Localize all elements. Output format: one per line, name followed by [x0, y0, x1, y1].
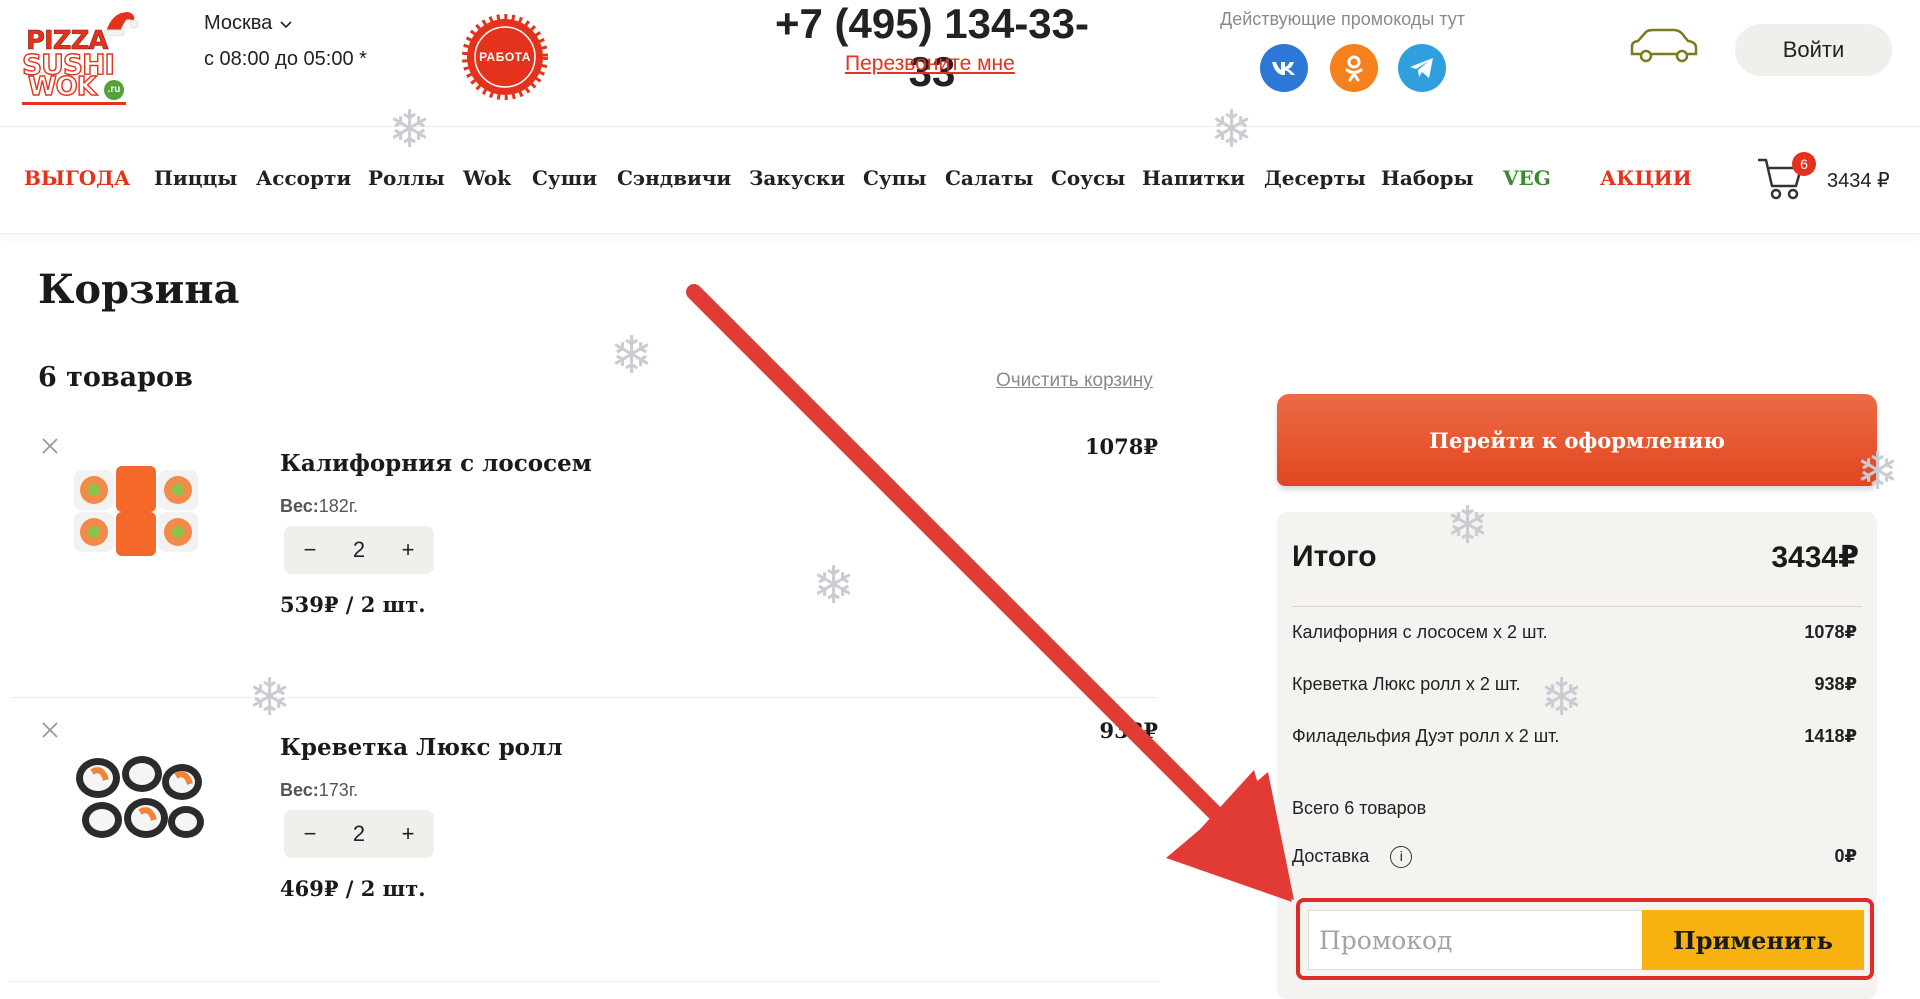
close-icon[interactable] — [38, 718, 62, 742]
delivery-label: Доставка — [1292, 846, 1370, 866]
cart-item: Креветка Люкс ролл Вес:173г. − 2 + 469₽ … — [10, 698, 1158, 982]
nav-item-sandwiches[interactable]: Сэндвичи — [617, 166, 731, 190]
summary-line: Филадельфия Дуэт ролл х 2 шт. 1418₽ — [1292, 726, 1857, 747]
ok-icon[interactable] — [1330, 44, 1378, 92]
nav-item-wok[interactable]: Wok — [463, 166, 511, 190]
california-roll-image — [74, 466, 198, 556]
nav-item-sushi[interactable]: Суши — [532, 166, 597, 190]
quantity-value: 2 — [352, 537, 366, 562]
summary-line: Калифорния с лососем х 2 шт. 1078₽ — [1292, 622, 1857, 643]
nav-item-salads[interactable]: Салаты — [945, 166, 1033, 190]
work-badge-label: РАБОТА — [479, 50, 531, 64]
nav-item-assorti[interactable]: Ассорти — [256, 166, 351, 190]
nav-item-soups[interactable]: Супы — [863, 166, 926, 190]
nav-item-sauces[interactable]: Соусы — [1051, 166, 1125, 190]
quantity-value: 2 — [352, 821, 366, 846]
summary-line-value: 938₽ — [1814, 674, 1857, 694]
summary-line-label: Креветка Люкс ролл х 2 шт. — [1292, 674, 1521, 694]
item-name: Креветка Люкс ролл — [280, 734, 563, 761]
summary-all-items: Всего 6 товаров — [1292, 798, 1857, 819]
main-nav: ВЫГОДА Пиццы Ассорти Роллы Wok Суши Сэнд… — [0, 128, 1920, 234]
logo-underline — [22, 102, 126, 105]
logo-ru-badge: .ru — [104, 80, 124, 100]
weight-value: 182г. — [318, 496, 359, 516]
page-title: Корзина — [38, 266, 240, 313]
minus-button[interactable]: − — [298, 821, 322, 847]
item-price: 938₽ — [1099, 718, 1158, 743]
weight-value: 173г. — [318, 780, 359, 800]
apply-promo-button[interactable]: Применить — [1642, 910, 1864, 970]
work-badge[interactable]: РАБОТА — [462, 14, 548, 100]
nav-item-veg[interactable]: VEG — [1503, 166, 1551, 190]
quantity-stepper: − 2 + — [284, 526, 434, 574]
nav-item-desserts[interactable]: Десерты — [1264, 166, 1366, 190]
login-button[interactable]: Войти — [1735, 24, 1892, 76]
info-icon[interactable]: i — [1390, 846, 1413, 869]
summary-total: 3434₽ — [1771, 541, 1859, 574]
summary-line-label: Калифорния с лососем х 2 шт. — [1292, 622, 1548, 642]
checkout-button[interactable]: Перейти к оформлению — [1277, 394, 1877, 486]
snowflake-icon: ❄ — [388, 101, 432, 159]
minus-button[interactable]: − — [298, 537, 322, 563]
telegram-icon[interactable] — [1398, 44, 1446, 92]
nav-item-drinks[interactable]: Напитки — [1142, 166, 1245, 190]
phone-number[interactable]: +7 (495) 134-33-33 — [752, 0, 1112, 96]
car-delivery-icon[interactable] — [1628, 26, 1700, 66]
chevron-down-icon — [280, 20, 292, 28]
snowflake-icon: ❄ — [812, 557, 856, 615]
city-selector[interactable]: Москва — [204, 12, 294, 35]
cart-total[interactable]: 3434 ₽ — [1827, 168, 1890, 193]
item-unit-price: 469₽ / 2 шт. — [280, 876, 426, 901]
plus-button[interactable]: + — [396, 537, 420, 563]
nav-item-promos[interactable]: АКЦИИ — [1600, 166, 1692, 190]
snowflake-icon: ❄ — [1210, 101, 1254, 159]
item-weight: Вес:173г. — [280, 780, 358, 801]
item-price: 1078₽ — [1084, 434, 1158, 459]
items-count: 6 товаров — [38, 362, 193, 393]
snowflake-icon: ❄ — [1446, 497, 1490, 555]
promo-codes-label: Действующие промокоды тут — [1220, 9, 1466, 29]
promo-highlight: Применить — [1296, 898, 1874, 980]
shrimp-roll-image — [76, 756, 204, 838]
nav-item-pizzas[interactable]: Пиццы — [154, 166, 237, 190]
item-unit-price: 539₽ / 2 шт. — [280, 592, 426, 617]
working-hours: с 08:00 до 05:00 * — [204, 48, 367, 70]
weight-label: Вес: — [280, 780, 319, 800]
site-logo[interactable]: PIZZA SUSHI WOK .ru — [20, 8, 138, 105]
summary-line-label: Филадельфия Дуэт ролл х 2 шт. — [1292, 726, 1560, 746]
nav-item-rolls[interactable]: Роллы — [368, 166, 445, 190]
callback-link[interactable]: Перезвоните мне — [845, 52, 1015, 76]
nav-item-sets[interactable]: Наборы — [1381, 166, 1474, 190]
item-weight: Вес:182г. — [280, 496, 358, 517]
delivery-value: 0₽ — [1834, 846, 1857, 866]
summary-delivery: Доставка i 0₽ — [1292, 846, 1857, 869]
cart-item: Калифорния с лососем Вес:182г. − 2 + 539… — [10, 414, 1158, 698]
cart-count-badge: 6 — [1792, 152, 1816, 176]
snowflake-icon: ❄ — [610, 327, 654, 385]
promo-code-input[interactable] — [1308, 910, 1648, 970]
site-header: PIZZA SUSHI WOK .ru Москва с 08:00 до 05… — [0, 0, 1920, 127]
weight-label: Вес: — [280, 496, 319, 516]
item-name: Калифорния с лососем — [280, 450, 592, 477]
snowflake-icon: ❄ — [1540, 669, 1584, 727]
summary-line-value: 1418₽ — [1804, 726, 1857, 746]
city-name: Москва — [204, 12, 273, 34]
close-icon[interactable] — [38, 434, 62, 458]
logo-line-wok: WOK — [27, 71, 97, 102]
snowflake-icon: ❄ — [248, 669, 292, 727]
quantity-stepper: − 2 + — [284, 810, 434, 858]
summary-line-value: 1078₽ — [1804, 622, 1857, 642]
snowflake-icon: ❄ — [1856, 443, 1900, 501]
plus-button[interactable]: + — [396, 821, 420, 847]
nav-item-vygoda[interactable]: ВЫГОДА — [24, 166, 130, 190]
summary-all-items-label: Всего 6 товаров — [1292, 798, 1427, 818]
summary-divider — [1292, 606, 1862, 607]
nav-item-snacks[interactable]: Закуски — [749, 166, 845, 190]
vk-icon[interactable] — [1260, 44, 1308, 92]
clear-cart-link[interactable]: Очистить корзину — [996, 370, 1153, 392]
summary-title: Итого — [1292, 540, 1377, 573]
